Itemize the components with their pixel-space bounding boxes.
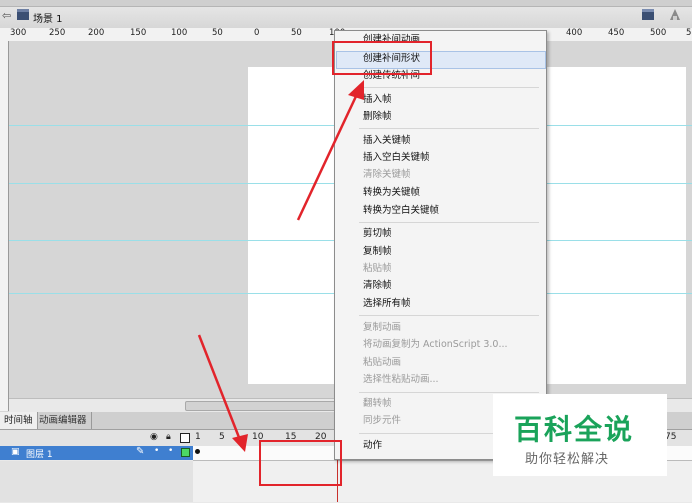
watermark-title: 百科全说 (514, 413, 635, 446)
watermark-subtitle: 助你轻松解决 (525, 452, 610, 467)
arrowhead-frames (232, 434, 248, 452)
arrow-to-frames (197, 334, 242, 441)
watermark-logo: 百科全说 助你轻松解决 (493, 394, 667, 476)
arrow-to-menu (296, 91, 360, 221)
arrowhead-menu (348, 80, 364, 100)
